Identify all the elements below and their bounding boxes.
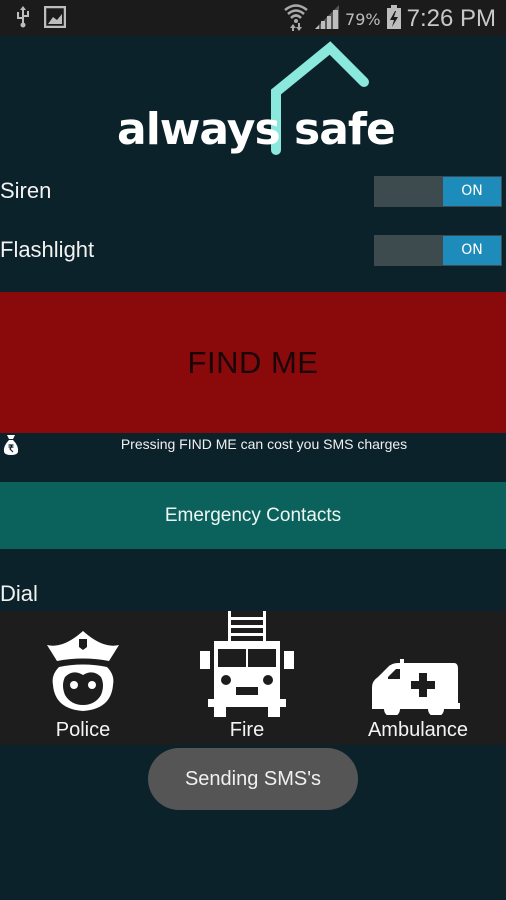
fire-truck-icon [200,611,294,717]
siren-toggle[interactable]: ON [374,176,502,207]
image-notification-icon [43,5,67,32]
find-me-button[interactable]: FIND ME [0,292,506,433]
emergency-contacts-button[interactable]: Emergency Contacts [0,482,506,549]
status-bar: 79% 7:26 PM [0,0,506,36]
siren-toggle-state: ON [443,177,501,206]
battery-charging-icon [386,5,401,33]
ambulance-icon [372,659,460,715]
dial-ambulance-button[interactable]: Ambulance [358,611,478,745]
dial-heading: Dial [0,581,38,606]
sms-charge-warning: Pressing FIND ME can cost you SMS charge… [0,433,506,457]
signal-icon [315,5,340,33]
dial-police-label: Police [55,719,111,741]
sms-charge-warning-text: Pressing FIND ME can cost you SMS charge… [120,436,408,452]
battery-percent: 79% [345,9,381,29]
wifi-icon [283,2,309,36]
dial-police-button[interactable]: Police [20,611,146,745]
flashlight-label: Flashlight [0,237,95,262]
logo-text-always: always [117,104,281,155]
dial-fire-label: Fire [229,719,265,741]
usb-icon [16,6,30,32]
toast-message: Sending SMS's [148,748,358,810]
logo-text-safe: safe [294,104,396,155]
dial-ambulance-label: Ambulance [367,719,469,741]
police-officer-icon [47,631,119,711]
dial-fire-button[interactable]: Fire [190,611,304,745]
clock: 7:26 PM [406,5,496,32]
flashlight-toggle-state: ON [443,236,501,265]
flashlight-toggle[interactable]: ON [374,235,502,266]
siren-label: Siren [0,178,52,203]
app-logo: always safe [114,40,396,160]
dial-panel: Police Fire Ambulance [0,611,506,745]
